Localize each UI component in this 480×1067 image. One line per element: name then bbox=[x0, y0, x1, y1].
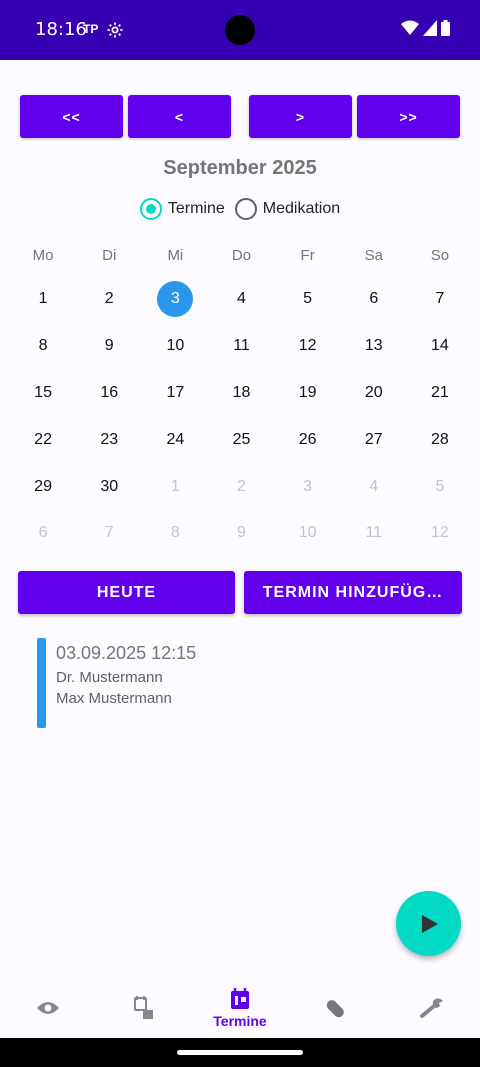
calendar-day[interactable]: 14 bbox=[407, 323, 473, 370]
pill-icon bbox=[326, 1000, 344, 1018]
calendar-day-other-month[interactable]: 7 bbox=[76, 510, 142, 557]
calendar-day[interactable]: 10 bbox=[142, 323, 208, 370]
system-nav-bar bbox=[0, 1038, 480, 1067]
today-button[interactable]: HEUTE bbox=[18, 571, 235, 614]
calendar-day-other-month[interactable]: 8 bbox=[142, 510, 208, 557]
calendar-day[interactable]: 11 bbox=[208, 323, 274, 370]
calendar: Mo Di Mi Do Fr Sa So 1 2 3 4 5 6 7 8 9 1… bbox=[10, 240, 473, 557]
calendar-day[interactable]: 16 bbox=[76, 370, 142, 417]
calendar-day-selected[interactable]: 3 bbox=[142, 276, 208, 323]
tab-overview[interactable] bbox=[0, 978, 96, 1038]
tp-icon: TP bbox=[83, 22, 99, 36]
settings-gear-icon bbox=[107, 22, 123, 38]
appointment-datetime: 03.09.2025 12:15 bbox=[56, 643, 197, 663]
weekday-label: Do bbox=[231, 246, 252, 264]
calendar-day-other-month[interactable]: 2 bbox=[208, 463, 274, 510]
calendar-day-other-month[interactable]: 3 bbox=[275, 463, 341, 510]
calendar-grid-icon bbox=[134, 996, 153, 1019]
status-time: 18:16 bbox=[35, 19, 87, 40]
tab-termine-label: Termine bbox=[213, 1012, 267, 1029]
weekday-label: Mo bbox=[32, 246, 54, 264]
calendar-day[interactable]: 26 bbox=[275, 416, 341, 463]
cell-signal-icon bbox=[423, 20, 437, 36]
calendar-day-other-month[interactable]: 5 bbox=[407, 463, 473, 510]
radio-selected-icon[interactable] bbox=[139, 198, 162, 220]
radio-medikation-label: Medikation bbox=[262, 200, 341, 217]
calendar-day[interactable]: 4 bbox=[208, 276, 274, 323]
calendar-day-other-month[interactable]: 4 bbox=[341, 463, 407, 510]
calendar-day[interactable]: 23 bbox=[76, 416, 142, 463]
play-icon bbox=[421, 914, 438, 933]
add-appointment-button[interactable]: TERMIN HINZUFÜG… bbox=[244, 571, 462, 614]
last-button[interactable]: >> bbox=[357, 95, 460, 138]
calendar-day[interactable]: 29 bbox=[10, 463, 76, 510]
status-bar: 18:16 TP bbox=[0, 0, 480, 60]
weekday-header: Mo Di Mi Do Fr Sa So bbox=[10, 240, 473, 270]
calendar-day[interactable]: 20 bbox=[341, 370, 407, 417]
calendar-day[interactable]: 9 bbox=[76, 323, 142, 370]
appointment-patient: Max Mustermann bbox=[56, 690, 172, 707]
calendar-grid: 1 2 3 4 5 6 7 8 9 10 11 12 13 14 15 16 1… bbox=[10, 276, 473, 557]
calendar-day[interactable]: 6 bbox=[341, 276, 407, 323]
month-navigation: << < > >> bbox=[20, 95, 460, 138]
calendar-day[interactable]: 24 bbox=[142, 416, 208, 463]
radio-medikation[interactable]: Medikation bbox=[234, 198, 341, 220]
calendar-day[interactable]: 17 bbox=[142, 370, 208, 417]
calendar-day-other-month[interactable]: 6 bbox=[10, 510, 76, 557]
calendar-day-other-month[interactable]: 10 bbox=[275, 510, 341, 557]
system-indicators bbox=[401, 20, 450, 36]
calendar-day[interactable]: 19 bbox=[275, 370, 341, 417]
weekday-label: So bbox=[430, 246, 450, 264]
first-button[interactable]: << bbox=[20, 95, 123, 138]
calendar-day[interactable]: 1 bbox=[10, 276, 76, 323]
appointment-color-bar bbox=[37, 638, 46, 728]
weekday-label: Mi bbox=[167, 246, 184, 264]
eye-icon bbox=[37, 1002, 59, 1014]
home-gesture-pill[interactable] bbox=[177, 1050, 303, 1055]
weekday-label: Fr bbox=[300, 246, 315, 264]
calendar-day[interactable]: 5 bbox=[275, 276, 341, 323]
radio-termine-label: Termine bbox=[167, 200, 225, 217]
tab-settings[interactable] bbox=[384, 978, 480, 1038]
tab-termine[interactable]: Termine bbox=[192, 978, 288, 1038]
appointment-item[interactable]: 03.09.2025 12:15 Dr. Mustermann Max Must… bbox=[37, 638, 337, 728]
calendar-icon bbox=[231, 987, 249, 1009]
radio-termine[interactable]: Termine bbox=[139, 198, 225, 220]
calendar-day[interactable]: 15 bbox=[10, 370, 76, 417]
battery-icon bbox=[441, 20, 450, 36]
calendar-day[interactable]: 2 bbox=[76, 276, 142, 323]
weekday-label: Di bbox=[102, 246, 117, 264]
calendar-day[interactable]: 21 bbox=[407, 370, 473, 417]
next-month-button[interactable]: > bbox=[249, 95, 352, 138]
calendar-day[interactable]: 18 bbox=[208, 370, 274, 417]
wifi-icon bbox=[401, 20, 419, 35]
calendar-day[interactable]: 13 bbox=[341, 323, 407, 370]
calendar-day[interactable]: 25 bbox=[208, 416, 274, 463]
month-title: September 2025 bbox=[163, 157, 317, 179]
action-buttons: HEUTE TERMIN HINZUFÜG… bbox=[18, 571, 462, 614]
play-fab-button[interactable] bbox=[396, 891, 461, 956]
calendar-day[interactable]: 28 bbox=[407, 416, 473, 463]
calendar-day-other-month[interactable]: 1 bbox=[142, 463, 208, 510]
calendar-day[interactable]: 12 bbox=[275, 323, 341, 370]
calendar-day-other-month[interactable]: 9 bbox=[208, 510, 274, 557]
tab-medication[interactable] bbox=[288, 978, 384, 1038]
radio-unselected-icon[interactable] bbox=[234, 198, 257, 220]
calendar-day-other-month[interactable]: 11 bbox=[341, 510, 407, 557]
camera-cutout bbox=[225, 15, 255, 45]
weekday-label: Sa bbox=[364, 246, 383, 264]
calendar-day[interactable]: 30 bbox=[76, 463, 142, 510]
prev-month-button[interactable]: < bbox=[128, 95, 231, 138]
calendar-day[interactable]: 7 bbox=[407, 276, 473, 323]
calendar-day[interactable]: 27 bbox=[341, 416, 407, 463]
bottom-navigation: Termine bbox=[0, 978, 480, 1038]
filter-radio-group: Termine Medikation bbox=[0, 198, 480, 220]
calendar-day[interactable]: 22 bbox=[10, 416, 76, 463]
appointment-doctor: Dr. Mustermann bbox=[56, 669, 163, 686]
calendar-day[interactable]: 8 bbox=[10, 323, 76, 370]
wrench-icon bbox=[420, 998, 443, 1018]
calendar-day-other-month[interactable]: 12 bbox=[407, 510, 473, 557]
tab-schedule[interactable] bbox=[96, 978, 192, 1038]
